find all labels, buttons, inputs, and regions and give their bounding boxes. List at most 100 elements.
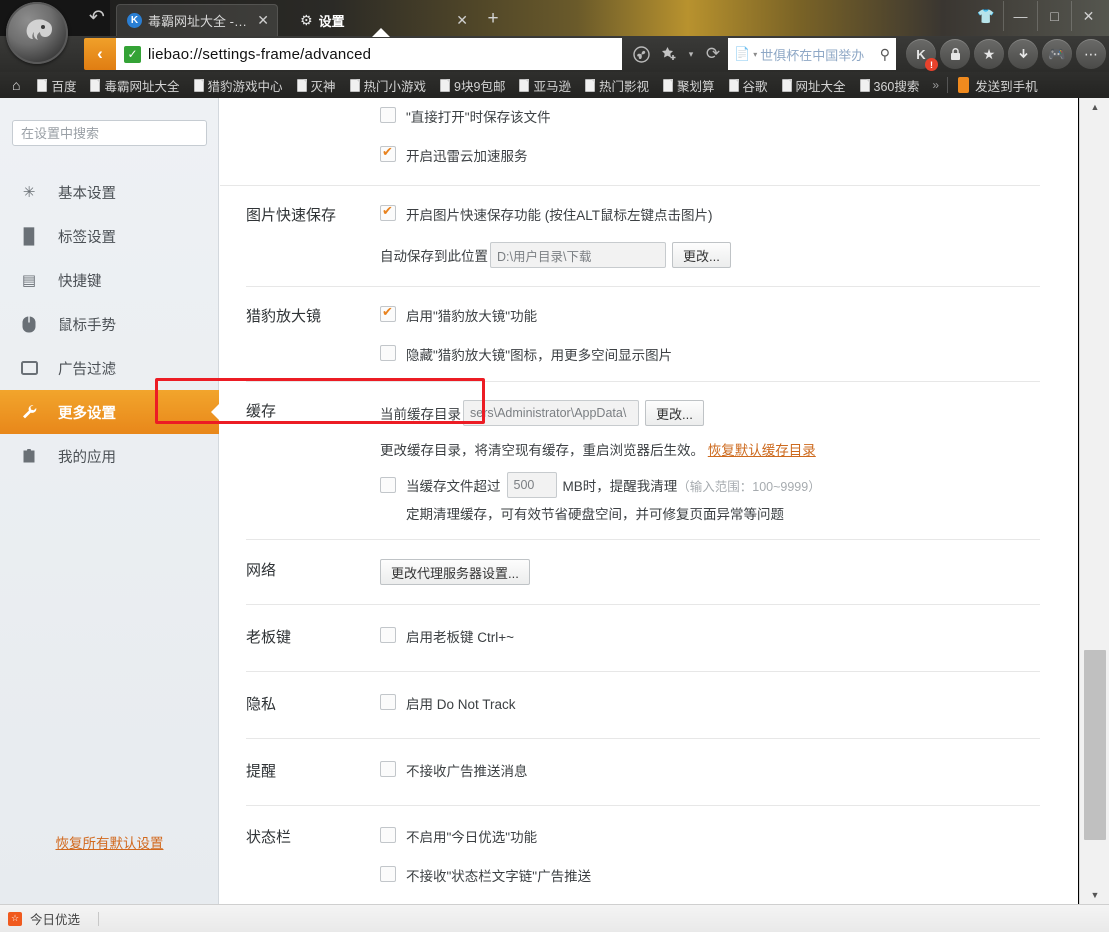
- scrollbar-thumb[interactable]: [1084, 650, 1106, 840]
- magnifier-hide-checkbox[interactable]: [380, 345, 396, 361]
- search-input[interactable]: [21, 125, 198, 141]
- ad-push-row[interactable]: 不接收广告推送消息: [380, 760, 1078, 780]
- tab-close-icon[interactable]: ✕: [253, 12, 269, 29]
- new-tab-button[interactable]: +: [482, 8, 504, 30]
- bookmarks-overflow-icon[interactable]: »: [926, 78, 945, 92]
- search-box[interactable]: 📄 ▾ 世俱杯在中国举办 ⚲: [728, 38, 896, 70]
- sidebar-item-adblock[interactable]: 广告过滤: [0, 346, 219, 390]
- bookmark-item[interactable]: 猎豹游戏中心: [187, 74, 290, 96]
- sidebar-item-basic-settings[interactable]: ✳ 基本设置: [0, 170, 219, 214]
- cache-limit-input[interactable]: 500: [506, 472, 557, 498]
- bookmark-item[interactable]: 热门影视: [578, 74, 656, 96]
- chevron-down-icon[interactable]: ▾: [753, 50, 757, 59]
- section-boss-key: 老板键 启用老板键 Ctrl+~: [220, 605, 1078, 671]
- bookmark-item[interactable]: 亚马逊: [512, 74, 578, 96]
- menu-button[interactable]: ⋯: [1076, 39, 1106, 69]
- games-button[interactable]: 🎮: [1042, 39, 1072, 69]
- cache-dir-row: 当前缓存目录 sers\Administrator\AppData\ 更改...: [380, 400, 1078, 426]
- boss-key-checkbox[interactable]: [380, 627, 396, 643]
- no-statusbar-ads-row[interactable]: 不接收"状态栏文字链"广告推送: [380, 865, 1078, 885]
- magnifier-enable-checkbox[interactable]: [380, 304, 396, 322]
- sidebar-item-mouse-gestures[interactable]: 鼠标手势: [0, 302, 219, 346]
- magnifier-hide-row[interactable]: 隐藏"猎豹放大镜"图标，用更多空间显示图片: [380, 344, 1078, 364]
- save-on-open-checkbox[interactable]: [380, 107, 396, 123]
- image-save-path-change-button[interactable]: 更改...: [672, 242, 731, 268]
- ad-push-checkbox[interactable]: [380, 761, 396, 777]
- maximize-button[interactable]: □: [1037, 1, 1071, 31]
- mouse-icon: [0, 316, 58, 333]
- favorites-button[interactable]: ★: [974, 39, 1004, 69]
- section-fields: "直接打开"时保存该文件 开启迅雷云加速服务: [380, 106, 1078, 185]
- gear-icon: ⚙: [300, 11, 313, 28]
- change-proxy-settings-button[interactable]: 更改代理服务器设置...: [380, 559, 530, 585]
- puzzle-icon: [0, 448, 58, 464]
- address-bar-url: liebao://settings-frame/advanced: [148, 45, 372, 63]
- settings-content: "直接打开"时保存该文件 开启迅雷云加速服务 图片快速保存 开启图片快速保存功能…: [220, 98, 1078, 904]
- bookmark-item[interactable]: 9块9包邮: [433, 74, 512, 96]
- disable-today-pick-row[interactable]: 不启用"今日优选"功能: [380, 826, 1078, 846]
- page-icon: [440, 78, 451, 92]
- bookmark-item[interactable]: 聚划算: [656, 74, 722, 96]
- xunlei-accel-row[interactable]: 开启迅雷云加速服务: [380, 144, 1078, 165]
- cache-dir-change-button[interactable]: 更改...: [645, 400, 704, 426]
- restore-default-cache-dir-link[interactable]: 恢复默认缓存目录: [708, 443, 816, 458]
- do-not-track-checkbox[interactable]: [380, 694, 396, 710]
- today-pick-label[interactable]: 今日优选: [30, 909, 80, 928]
- bookmark-item[interactable]: 灭神: [290, 74, 343, 96]
- image-save-path-input[interactable]: D:\用户目录\下载: [490, 242, 666, 268]
- scroll-up-arrow-icon[interactable]: ▲: [1080, 98, 1109, 116]
- back-button[interactable]: ‹: [84, 38, 116, 70]
- close-button[interactable]: ✕: [1071, 1, 1105, 31]
- search-input[interactable]: 世俱杯在中国举办: [760, 45, 877, 64]
- window-controls: 👕 — □ ✕: [969, 0, 1105, 32]
- tab-duba[interactable]: K 毒霸网址大全 - 安全... ✕: [116, 4, 278, 36]
- bookmark-item[interactable]: 网址大全: [775, 74, 853, 96]
- no-statusbar-ads-checkbox[interactable]: [380, 866, 396, 882]
- tab-close-icon[interactable]: ✕: [452, 12, 468, 29]
- reset-all-settings-link[interactable]: 恢复所有默认设置: [0, 832, 219, 852]
- bookmark-label: 9块9包邮: [454, 79, 506, 94]
- cache-limit-checkbox[interactable]: [380, 477, 396, 493]
- bookmark-item[interactable]: 热门小游戏: [343, 74, 434, 96]
- do-not-track-row[interactable]: 启用 Do Not Track: [380, 693, 1078, 713]
- section-fields: 开启图片快速保存功能 (按住ALT鼠标左键点击图片) 自动保存到此位置 D:\用…: [380, 203, 1078, 268]
- sidebar-item-label: 我的应用: [58, 449, 116, 466]
- history-back-arrow-icon[interactable]: ↶: [84, 8, 110, 28]
- bookmarks-bar: ⌂ 百度 毒霸网址大全 猎豹游戏中心 灭神 热门小游戏 9块9包邮 亚马逊 热门…: [0, 72, 1109, 98]
- vertical-scrollbar[interactable]: ▲ ▼: [1079, 98, 1109, 904]
- home-icon[interactable]: ⌂: [4, 77, 30, 93]
- disable-today-pick-checkbox[interactable]: [380, 827, 396, 843]
- address-bar[interactable]: ✓ liebao://settings-frame/advanced: [116, 38, 622, 70]
- bookmark-item[interactable]: 毒霸网址大全: [83, 74, 186, 96]
- bookmark-item[interactable]: 360搜索: [853, 74, 927, 96]
- minimize-button[interactable]: —: [1003, 1, 1037, 31]
- turbo-icon[interactable]: [626, 38, 656, 70]
- sidebar-item-more-settings[interactable]: 更多设置: [0, 390, 220, 434]
- sidebar-item-shortcuts[interactable]: ▤ 快捷键: [0, 258, 219, 302]
- bookmark-item[interactable]: 百度: [30, 74, 83, 96]
- page-icon: [859, 78, 870, 92]
- send-to-phone-button[interactable]: 发送到手机: [950, 76, 1046, 95]
- settings-search-box[interactable]: [12, 120, 207, 146]
- page-icon: [37, 78, 48, 92]
- save-on-open-row[interactable]: "直接打开"时保存该文件: [380, 106, 1078, 126]
- magnifier-enable-row[interactable]: 启用"猎豹放大镜"功能: [380, 304, 1078, 325]
- image-quick-save-checkbox[interactable]: [380, 203, 396, 221]
- sidebar-item-my-apps[interactable]: 我的应用: [0, 434, 219, 478]
- cache-dir-input[interactable]: sers\Administrator\AppData\: [463, 400, 639, 426]
- search-engine-icon[interactable]: 📄: [734, 46, 750, 62]
- boss-key-row[interactable]: 启用老板键 Ctrl+~: [380, 626, 1078, 646]
- sidebar-item-label: 更多设置: [58, 405, 116, 422]
- image-quick-save-enable-row[interactable]: 开启图片快速保存功能 (按住ALT鼠标左键点击图片): [380, 203, 1078, 224]
- sidebar-item-tab-settings[interactable]: █ 标签设置: [0, 214, 219, 258]
- skin-icon[interactable]: 👕: [969, 1, 1003, 31]
- downloads-button[interactable]: [1008, 39, 1038, 69]
- xunlei-accel-checkbox[interactable]: [380, 144, 396, 162]
- bookmark-item[interactable]: 谷歌: [722, 74, 775, 96]
- privacy-lock-button[interactable]: [940, 39, 970, 69]
- scroll-down-arrow-icon[interactable]: ▼: [1080, 886, 1109, 904]
- section-fields: 不启用"今日优选"功能 不接收"状态栏文字链"广告推送: [380, 826, 1078, 885]
- search-icon[interactable]: ⚲: [880, 46, 890, 63]
- reload-icon[interactable]: ⟳: [698, 38, 728, 70]
- kingsoft-guard-button[interactable]: K !: [906, 39, 938, 71]
